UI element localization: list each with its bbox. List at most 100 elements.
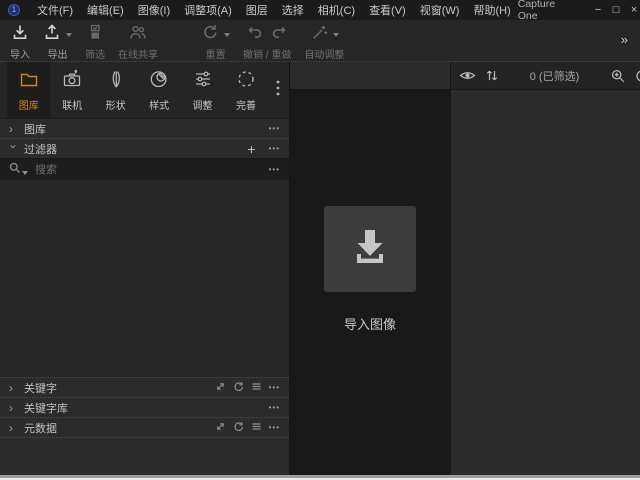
viewer-header bbox=[290, 62, 450, 90]
section-keywords-label: 关键字 bbox=[24, 380, 57, 396]
left-panel-footer bbox=[0, 437, 289, 475]
viewer-empty-state: 导入图像 bbox=[290, 90, 450, 475]
styles-icon bbox=[149, 69, 169, 94]
menu-help[interactable]: 帮助(H) bbox=[466, 2, 517, 18]
menu-window[interactable]: 视窗(W) bbox=[413, 2, 467, 18]
window-frame-edge bbox=[0, 475, 640, 480]
search-input[interactable] bbox=[35, 164, 266, 176]
section-filters-label: 过滤器 bbox=[24, 141, 57, 157]
detach-panel-icon[interactable] bbox=[215, 381, 226, 395]
auto-adjust-label: 自动调整 bbox=[304, 46, 344, 61]
tool-tab-bar: 图库 联机 形状 样式 调整 bbox=[0, 62, 289, 118]
redo-icon bbox=[271, 24, 287, 45]
section-keywords[interactable]: › 关键字 ••• bbox=[0, 377, 289, 397]
section-metadata[interactable]: › 元数据 ••• bbox=[0, 417, 289, 437]
tab-library[interactable]: 图库 bbox=[7, 62, 50, 118]
main-toolbar: 导入 导出 筛选 在线共享 重置 撤销 / 重做 自动调整 bbox=[0, 20, 640, 62]
export-icon bbox=[43, 23, 61, 46]
export-button[interactable]: 导出 bbox=[43, 25, 72, 61]
undo-icon bbox=[247, 24, 263, 45]
minimize-button[interactable]: − bbox=[589, 4, 607, 16]
reset-button[interactable]: 重置 bbox=[201, 25, 230, 61]
presets-icon[interactable] bbox=[251, 381, 262, 395]
sort-order-icon[interactable] bbox=[486, 69, 498, 82]
filters-label: 筛选 bbox=[85, 46, 105, 61]
refine-dashed-circle-icon bbox=[236, 69, 256, 94]
share-button[interactable]: 在线共享 bbox=[118, 25, 158, 61]
download-tray-icon bbox=[346, 223, 394, 276]
search-icon bbox=[9, 161, 21, 179]
add-filter-button[interactable]: + bbox=[247, 142, 255, 156]
auto-adjust-wand-icon bbox=[310, 23, 328, 46]
tab-shapes-label: 形状 bbox=[106, 97, 126, 112]
window-title: Capture One bbox=[518, 0, 567, 22]
chevron-right-icon: › bbox=[9, 123, 18, 135]
tab-adjustments-label: 调整 bbox=[193, 97, 213, 112]
clipped-toolbar-icon[interactable] bbox=[635, 69, 640, 83]
section-filters[interactable]: › 过滤器 + ••• bbox=[0, 138, 289, 158]
chevron-right-icon: › bbox=[9, 422, 18, 434]
chevron-down-icon: › bbox=[8, 144, 20, 153]
main-area: 图库 联机 形状 样式 调整 bbox=[0, 62, 640, 475]
left-tool-panel: 图库 联机 形状 样式 调整 bbox=[0, 62, 290, 475]
reset-tool-icon[interactable] bbox=[233, 421, 244, 435]
section-keyword-library[interactable]: › 关键字库 ••• bbox=[0, 397, 289, 417]
menu-image[interactable]: 图像(I) bbox=[131, 2, 177, 18]
menu-view[interactable]: 查看(V) bbox=[362, 2, 413, 18]
search-more-button[interactable]: ••• bbox=[269, 165, 280, 174]
viewer-area: 导入图像 bbox=[290, 62, 450, 475]
filters-more-button[interactable]: ••• bbox=[269, 144, 280, 153]
auto-adjust-button[interactable]: 自动调整 bbox=[304, 25, 344, 61]
kebab-menu-icon bbox=[276, 80, 280, 101]
adjustments-sliders-icon bbox=[193, 69, 213, 94]
tab-capture[interactable]: 联机 bbox=[50, 62, 93, 118]
reset-tool-icon[interactable] bbox=[233, 381, 244, 395]
preview-eye-icon[interactable] bbox=[459, 70, 476, 81]
import-images-label: 导入图像 bbox=[344, 314, 396, 333]
menu-camera[interactable]: 相机(C) bbox=[311, 2, 362, 18]
undo-redo-button[interactable]: 撤销 / 重做 bbox=[243, 25, 291, 61]
menu-select[interactable]: 选择 bbox=[275, 2, 311, 18]
undo-redo-label: 撤销 / 重做 bbox=[243, 46, 291, 61]
tab-refine-label: 完善 bbox=[236, 97, 256, 112]
section-library[interactable]: › 图库 ••• bbox=[0, 118, 289, 138]
import-label: 导入 bbox=[10, 46, 30, 61]
app-logo-icon[interactable]: 1 bbox=[8, 4, 20, 16]
filters-list-area bbox=[0, 180, 289, 377]
image-count-badge: 0 (已筛选) bbox=[508, 68, 601, 84]
maximize-button[interactable]: □ bbox=[607, 4, 625, 16]
filters-button[interactable]: 筛选 bbox=[85, 25, 105, 61]
keywords-more-button[interactable]: ••• bbox=[269, 383, 280, 392]
menu-edit[interactable]: 编辑(E) bbox=[80, 2, 131, 18]
export-label: 导出 bbox=[48, 46, 68, 61]
tool-tabs-more-button[interactable] bbox=[268, 62, 289, 118]
menu-adjustments[interactable]: 调整项(A) bbox=[177, 2, 239, 18]
capture-one-window: 1 文件(F) 编辑(E) 图像(I) 调整项(A) 图层 选择 相机(C) 查… bbox=[0, 0, 640, 480]
detach-panel-icon[interactable] bbox=[215, 421, 226, 435]
menubar: 1 文件(F) 编辑(E) 图像(I) 调整项(A) 图层 选择 相机(C) 查… bbox=[0, 0, 640, 20]
browser-toolbar: 0 (已筛选) bbox=[451, 62, 640, 90]
import-images-button[interactable] bbox=[324, 206, 416, 292]
tab-shapes[interactable]: 形状 bbox=[94, 62, 137, 118]
tab-adjustments[interactable]: 调整 bbox=[181, 62, 224, 118]
import-button[interactable]: 导入 bbox=[10, 25, 30, 61]
dropdown-chevron-icon bbox=[333, 33, 339, 37]
dropdown-chevron-icon bbox=[224, 33, 230, 37]
tab-styles[interactable]: 样式 bbox=[137, 62, 180, 118]
menu-layer[interactable]: 图层 bbox=[239, 2, 275, 18]
close-button[interactable]: × bbox=[625, 4, 640, 16]
tab-refine[interactable]: 完善 bbox=[224, 62, 267, 118]
chevron-right-icon: › bbox=[9, 402, 18, 414]
search-scope-chevron-icon[interactable] bbox=[22, 171, 28, 175]
reset-label: 重置 bbox=[206, 46, 226, 61]
library-more-button[interactable]: ••• bbox=[269, 124, 280, 133]
menu-file[interactable]: 文件(F) bbox=[30, 2, 80, 18]
dropdown-chevron-icon bbox=[66, 33, 72, 37]
metadata-more-button[interactable]: ••• bbox=[269, 423, 280, 432]
tab-library-label: 图库 bbox=[19, 97, 39, 112]
presets-icon[interactable] bbox=[251, 421, 262, 435]
keyword-library-more-button[interactable]: ••• bbox=[269, 403, 280, 412]
chevron-right-icon: › bbox=[9, 382, 18, 394]
toolbar-overflow-button[interactable]: » bbox=[621, 32, 628, 47]
zoom-plus-icon[interactable] bbox=[611, 69, 625, 83]
